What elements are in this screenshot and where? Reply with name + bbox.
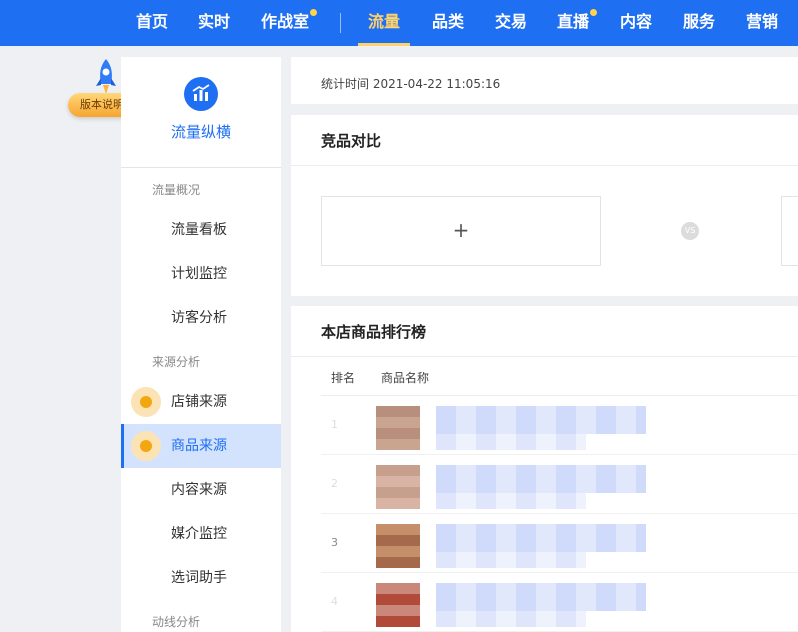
sidebar-group-overview: 流量概况 <box>152 183 201 197</box>
rank-value: 3 <box>331 536 338 549</box>
table-row[interactable]: 3 <box>321 514 798 573</box>
nav-trade[interactable]: 交易 <box>495 0 527 46</box>
product-thumbnail <box>376 406 420 450</box>
nav-marketing[interactable]: 营销 <box>746 0 778 46</box>
add-product-button[interactable]: + <box>321 196 601 266</box>
compare-card: 竞品对比 + VS <box>291 115 798 296</box>
product-thumbnail <box>376 465 420 509</box>
nav-service-label: 服务 <box>683 12 716 31</box>
ranking-title: 本店商品排行榜 <box>321 323 427 341</box>
sidebar-item-content-source[interactable]: 内容来源 <box>121 468 281 512</box>
product-name-redacted <box>436 583 646 611</box>
product-name-redacted <box>436 434 586 450</box>
product-name-redacted <box>436 406 646 434</box>
nav-trade-label: 交易 <box>495 12 528 31</box>
column-header-product-name: 商品名称 <box>381 371 430 385</box>
product-name-redacted <box>436 493 586 509</box>
rocket-icon[interactable] <box>93 58 119 96</box>
nav-realtime-label: 实时 <box>198 12 231 31</box>
nav-content-label: 内容 <box>620 12 653 31</box>
stats-time-text: 统计时间 2021-04-22 11:05:16 <box>321 77 501 91</box>
rank-value: 2 <box>331 477 338 490</box>
rank-value: 4 <box>331 595 338 608</box>
rank-value: 1 <box>331 418 338 431</box>
nav-war-room[interactable]: 作战室 <box>261 0 318 46</box>
nav-content[interactable]: 内容 <box>620 0 652 46</box>
table-row[interactable]: 2 <box>321 455 798 514</box>
nav-divider <box>340 13 341 33</box>
product-name-redacted <box>436 552 586 568</box>
new-feature-badge-icon[interactable] <box>131 431 161 461</box>
vs-icon: VS <box>681 222 699 240</box>
new-dot-icon <box>310 9 318 16</box>
nav-category-label: 品类 <box>432 12 465 31</box>
sidebar-item-plan-monitor[interactable]: 计划监控 <box>121 252 281 296</box>
product-thumbnail <box>376 583 420 627</box>
sidebar: 流量纵横 流量概况 流量看板 计划监控 访客分析 来源分析 店铺来源 商品来源 … <box>121 57 281 632</box>
stats-time-card: 统计时间 2021-04-22 11:05:16 <box>291 57 798 104</box>
compare-title: 竞品对比 <box>321 132 382 150</box>
nav-home-label: 首页 <box>136 12 169 31</box>
nav-traffic-label: 流量 <box>368 12 401 31</box>
sidebar-item-keyword-helper[interactable]: 选词助手 <box>121 556 281 600</box>
product-name-redacted <box>436 524 646 552</box>
add-competitor-button[interactable] <box>781 196 798 266</box>
sidebar-item-media-monitor[interactable]: 媒介监控 <box>121 512 281 556</box>
nav-traffic[interactable]: 流量 <box>358 0 411 46</box>
sidebar-divider <box>121 167 281 168</box>
nav-live-label: 直播 <box>557 12 590 31</box>
version-notes-label: 版本说明 <box>80 98 124 111</box>
nav-war-room-label: 作战室 <box>261 12 310 31</box>
active-tab-underline <box>358 43 411 46</box>
table-row[interactable]: 4 <box>321 573 798 632</box>
sidebar-item-visitor-analysis[interactable]: 访客分析 <box>121 296 281 340</box>
ranking-divider <box>291 356 798 357</box>
nav-category[interactable]: 品类 <box>432 0 464 46</box>
top-navigation: 首页 实时 作战室 流量 品类 交易 直播 内容 服务 营销 <box>0 0 798 46</box>
product-name-redacted <box>436 465 646 493</box>
chart-bars-icon <box>184 77 218 111</box>
plus-icon: + <box>452 218 470 242</box>
nav-marketing-label: 营销 <box>746 12 779 31</box>
nav-realtime[interactable]: 实时 <box>198 0 230 46</box>
new-dot-icon <box>590 9 598 16</box>
sidebar-title: 流量纵横 <box>170 123 231 141</box>
ranking-card: 本店商品排行榜 排名 商品名称 1 2 3 4 <box>291 306 798 632</box>
sidebar-group-path: 动线分析 <box>152 615 201 629</box>
nav-home[interactable]: 首页 <box>136 0 168 46</box>
column-header-rank: 排名 <box>331 371 356 385</box>
compare-divider <box>291 165 798 166</box>
nav-live[interactable]: 直播 <box>557 0 598 46</box>
product-thumbnail <box>376 524 420 568</box>
sidebar-item-dashboard[interactable]: 流量看板 <box>121 208 281 252</box>
sidebar-group-source: 来源分析 <box>152 355 201 369</box>
table-row[interactable]: 1 <box>321 396 798 455</box>
nav-service[interactable]: 服务 <box>683 0 715 46</box>
product-name-redacted <box>436 611 586 627</box>
new-feature-badge-icon[interactable] <box>131 387 161 417</box>
